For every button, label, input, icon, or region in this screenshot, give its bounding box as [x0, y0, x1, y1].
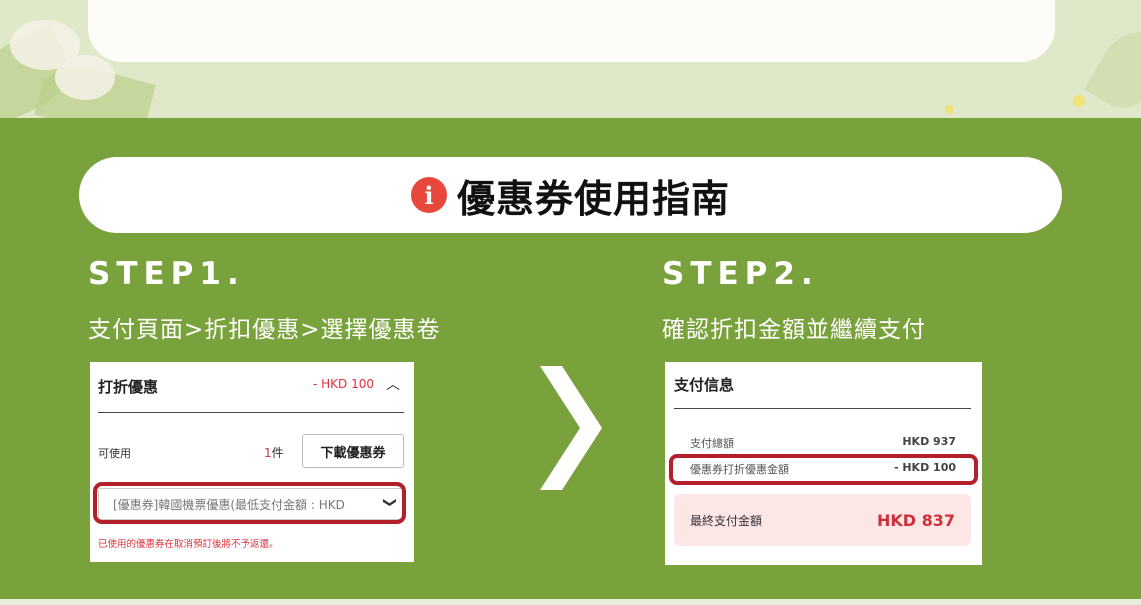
decorative-flower	[55, 55, 115, 100]
coupon-count-unit: 件	[271, 446, 284, 460]
highlight-box	[669, 454, 978, 485]
step1-heading: STEP1.	[88, 256, 245, 292]
total-label: 支付總額	[690, 437, 734, 450]
decorative-dot	[1073, 95, 1085, 107]
step2-subtitle: 確認折扣金額並繼續支付	[662, 317, 926, 343]
discount-header: 打折優惠	[98, 378, 159, 396]
highlight-box	[93, 482, 406, 524]
final-label: 最終支付金額	[690, 513, 763, 528]
step1-screenshot-panel: 打折優惠 - HKD 100 ︿ 可使用 1件 下載優惠券 [優惠券]韓國機票優…	[90, 362, 414, 562]
guide-title-banner: i 優惠券使用指南	[79, 157, 1062, 233]
info-icon: i	[410, 177, 447, 213]
step2-heading: STEP2.	[662, 256, 819, 292]
bottom-divider	[0, 599, 1141, 605]
discount-amount: - HKD 100	[313, 377, 374, 391]
download-coupon-button[interactable]: 下載優惠券	[302, 434, 404, 468]
step1-subtitle: 支付頁面>折扣優惠>選擇優惠卷	[88, 317, 441, 343]
decorative-leaf	[1084, 20, 1141, 118]
usable-label: 可使用	[98, 447, 131, 460]
final-value: HKD 837	[876, 510, 955, 530]
coupon-count-number: 1	[264, 446, 272, 460]
total-value: HKD 937	[902, 435, 956, 448]
top-banner-background	[0, 0, 1141, 118]
total-row: 支付總額 HKD 937	[690, 435, 956, 451]
collapse-caret-icon[interactable]: ︿	[386, 374, 400, 394]
divider	[674, 408, 971, 409]
coupon-count: 1件	[264, 444, 284, 461]
final-amount-box: 最終支付金額 HKD 837	[674, 494, 971, 546]
coupon-note: 已使用的優惠券在取消預訂後將不予返還。	[98, 539, 279, 550]
payment-info-header: 支付信息	[674, 376, 735, 394]
decorative-dot	[945, 105, 954, 114]
guide-title: 優惠券使用指南	[456, 176, 730, 221]
next-arrow-icon	[540, 366, 602, 490]
step2-screenshot-panel: 支付信息 支付總額 HKD 937 優惠券打折優惠金額 - HKD 100 最終…	[665, 362, 982, 565]
top-card	[88, 0, 1055, 62]
divider	[98, 412, 404, 413]
